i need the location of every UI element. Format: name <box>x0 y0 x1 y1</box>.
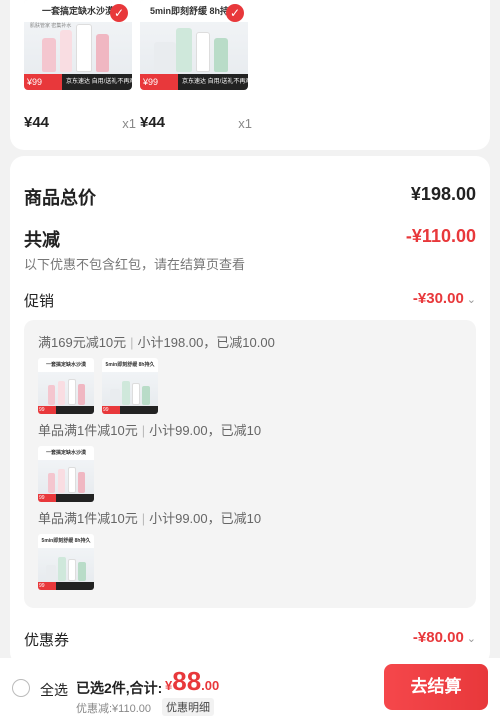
mini-price-tag: 99 <box>102 406 120 414</box>
mini-price-tag: 99 <box>38 494 56 502</box>
product-bottle <box>76 24 92 72</box>
checked-icon[interactable]: ✓ <box>226 4 244 22</box>
delivery-bar: 京东速达 自用/送礼不再难 <box>178 74 248 90</box>
goods-total-value: ¥198.00 <box>410 184 476 204</box>
product-box <box>154 42 176 72</box>
total-integer: 88 <box>172 666 202 696</box>
selected-count: 已选2件,合计: <box>76 680 163 696</box>
promo-details-box: 满169元减10元 | 小计198.00，已减10.00 一套搞定缺水沙漠 99 5… <box>24 320 476 608</box>
mini-bar <box>120 406 158 414</box>
mini-banner: 5min即刻舒缓 8h持久 <box>102 358 158 372</box>
mini-bar <box>56 406 94 414</box>
mini-bottle <box>48 473 55 493</box>
promo-detail: 小计99.00，已减10 <box>149 423 262 438</box>
promo-row[interactable]: 促销 -¥30.00 ⌄ <box>24 290 476 311</box>
product-quantity: x1 <box>122 116 136 131</box>
promo-detail: 小计198.00，已减10.00 <box>137 335 275 350</box>
coupon-value-wrap[interactable]: -¥80.00 ⌄ <box>413 629 476 646</box>
promo-rule: 单品满1件减10元 <box>38 511 138 526</box>
mini-bottle <box>58 557 66 581</box>
promo-line-2: 单品满1件减10元 | 小计99.00，已减10 <box>38 420 261 439</box>
price-summary-card: 商品总价 ¥198.00 共减 -¥110.00 以下优惠不包含红包，请在结算页… <box>10 156 490 666</box>
product-bottle <box>214 38 228 72</box>
product-quantity: x1 <box>238 116 252 131</box>
product-bottle <box>196 32 210 72</box>
mini-bottle <box>68 467 76 493</box>
total-discount-value: -¥110.00 <box>405 226 476 246</box>
promo-rule: 单品满1件减10元 <box>38 423 138 438</box>
chevron-down-icon: ⌄ <box>466 633 476 645</box>
coupon-label: 优惠券 <box>24 632 70 649</box>
promo-product-thumb[interactable]: 一套搞定缺水沙漠 99 <box>38 446 94 502</box>
product-subtitle: 肌肤管家 密集补水 <box>30 23 72 29</box>
product-bottle <box>60 30 72 72</box>
mini-bottle <box>58 381 65 405</box>
total-discount-row: 共减 -¥110.00 <box>24 226 476 252</box>
promo-product-thumb[interactable]: 一套搞定缺水沙漠 99 <box>38 358 94 414</box>
discount-detail-button[interactable]: 优惠明细 <box>162 698 214 716</box>
order-total: ¥88.00 <box>165 666 219 697</box>
mini-bottle <box>142 386 150 405</box>
promo-label: 促销 <box>24 293 55 310</box>
separator: | <box>141 511 146 526</box>
checkout-bar: 全选 已选2件,合计: ¥88.00 优惠减:¥110.00 优惠明细 去结算 <box>0 658 500 716</box>
mini-price-tag: 99 <box>38 582 56 590</box>
promo-product-thumb[interactable]: 5min即刻舒缓 8h持久 99 <box>38 534 94 590</box>
promo-product-thumb[interactable]: 5min即刻舒缓 8h持久 99 <box>102 358 158 414</box>
coupon-value: -¥80.00 <box>412 629 464 646</box>
promo-value-wrap[interactable]: -¥30.00 ⌄ <box>413 290 476 307</box>
selected-products-card: 一套搞定缺水沙漠 肌肤管家 密集补水 ✓ ¥99 京东速达 自用/送礼不再难 ¥… <box>10 0 490 150</box>
promo-detail: 小计99.00，已减10 <box>149 511 262 526</box>
select-all-radio[interactable] <box>12 679 30 697</box>
mini-banner: 一套搞定缺水沙漠 <box>38 446 94 460</box>
chevron-down-icon: ⌄ <box>466 294 476 306</box>
checked-icon[interactable]: ✓ <box>110 4 128 22</box>
delivery-bar: 京东速达 自用/送礼不再难 <box>62 74 132 90</box>
separator: | <box>130 335 134 350</box>
mini-box <box>110 389 120 405</box>
mini-banner: 5min即刻舒缓 8h持久 <box>38 534 94 548</box>
mini-box <box>46 565 56 581</box>
mini-bottle <box>68 559 76 581</box>
mini-bottle <box>68 379 76 405</box>
product-image-2[interactable]: 5min即刻舒缓 8h持久 ✓ ¥99 京东速达 自用/送礼不再难 <box>140 0 248 90</box>
product-bottle <box>96 34 109 72</box>
mini-bottle <box>58 469 65 493</box>
goods-total-label: 商品总价 <box>24 188 96 208</box>
total-decimal: .00 <box>201 678 220 693</box>
total-discount-label: 共减 <box>24 230 60 250</box>
price-tag: ¥99 <box>24 74 62 90</box>
select-all-label[interactable]: 全选 <box>40 680 68 700</box>
mini-banner: 一套搞定缺水沙漠 <box>38 358 94 372</box>
mini-bar <box>56 582 94 590</box>
discount-note: 以下优惠不包含红包，请在结算页查看 <box>24 257 246 272</box>
mini-bottle <box>122 381 130 405</box>
promo-rule: 满169元减10元 <box>38 335 127 350</box>
separator: | <box>141 423 146 438</box>
mini-bottle <box>78 562 86 581</box>
mini-bottle <box>48 385 55 405</box>
mini-bottle <box>132 383 140 405</box>
checkout-button[interactable]: 去结算 <box>384 664 488 710</box>
mini-bottle <box>78 472 85 493</box>
mini-bottle <box>78 384 85 405</box>
mini-price-tag: 99 <box>38 406 56 414</box>
product-price: ¥44 <box>24 114 50 131</box>
product-price: ¥44 <box>140 114 166 131</box>
product-bottle <box>176 28 192 72</box>
discount-summary: 优惠减:¥110.00 <box>76 703 152 715</box>
coupon-row[interactable]: 优惠券 -¥80.00 ⌄ <box>24 629 476 650</box>
product-image-1[interactable]: 一套搞定缺水沙漠 肌肤管家 密集补水 ✓ ¥99 京东速达 自用/送礼不再难 <box>24 0 132 90</box>
promo-line-3: 单品满1件减10元 | 小计99.00，已减10 <box>38 508 261 527</box>
price-tag: ¥99 <box>140 74 178 90</box>
mini-bar <box>56 494 94 502</box>
product-bottle <box>42 38 56 72</box>
price-tag-value: 99 <box>148 77 159 87</box>
goods-total-row: 商品总价 ¥198.00 <box>24 184 476 210</box>
promo-line-1: 满169元减10元 | 小计198.00，已减10.00 <box>38 332 275 351</box>
price-tag-value: 99 <box>32 77 43 87</box>
promo-value: -¥30.00 <box>412 290 464 307</box>
